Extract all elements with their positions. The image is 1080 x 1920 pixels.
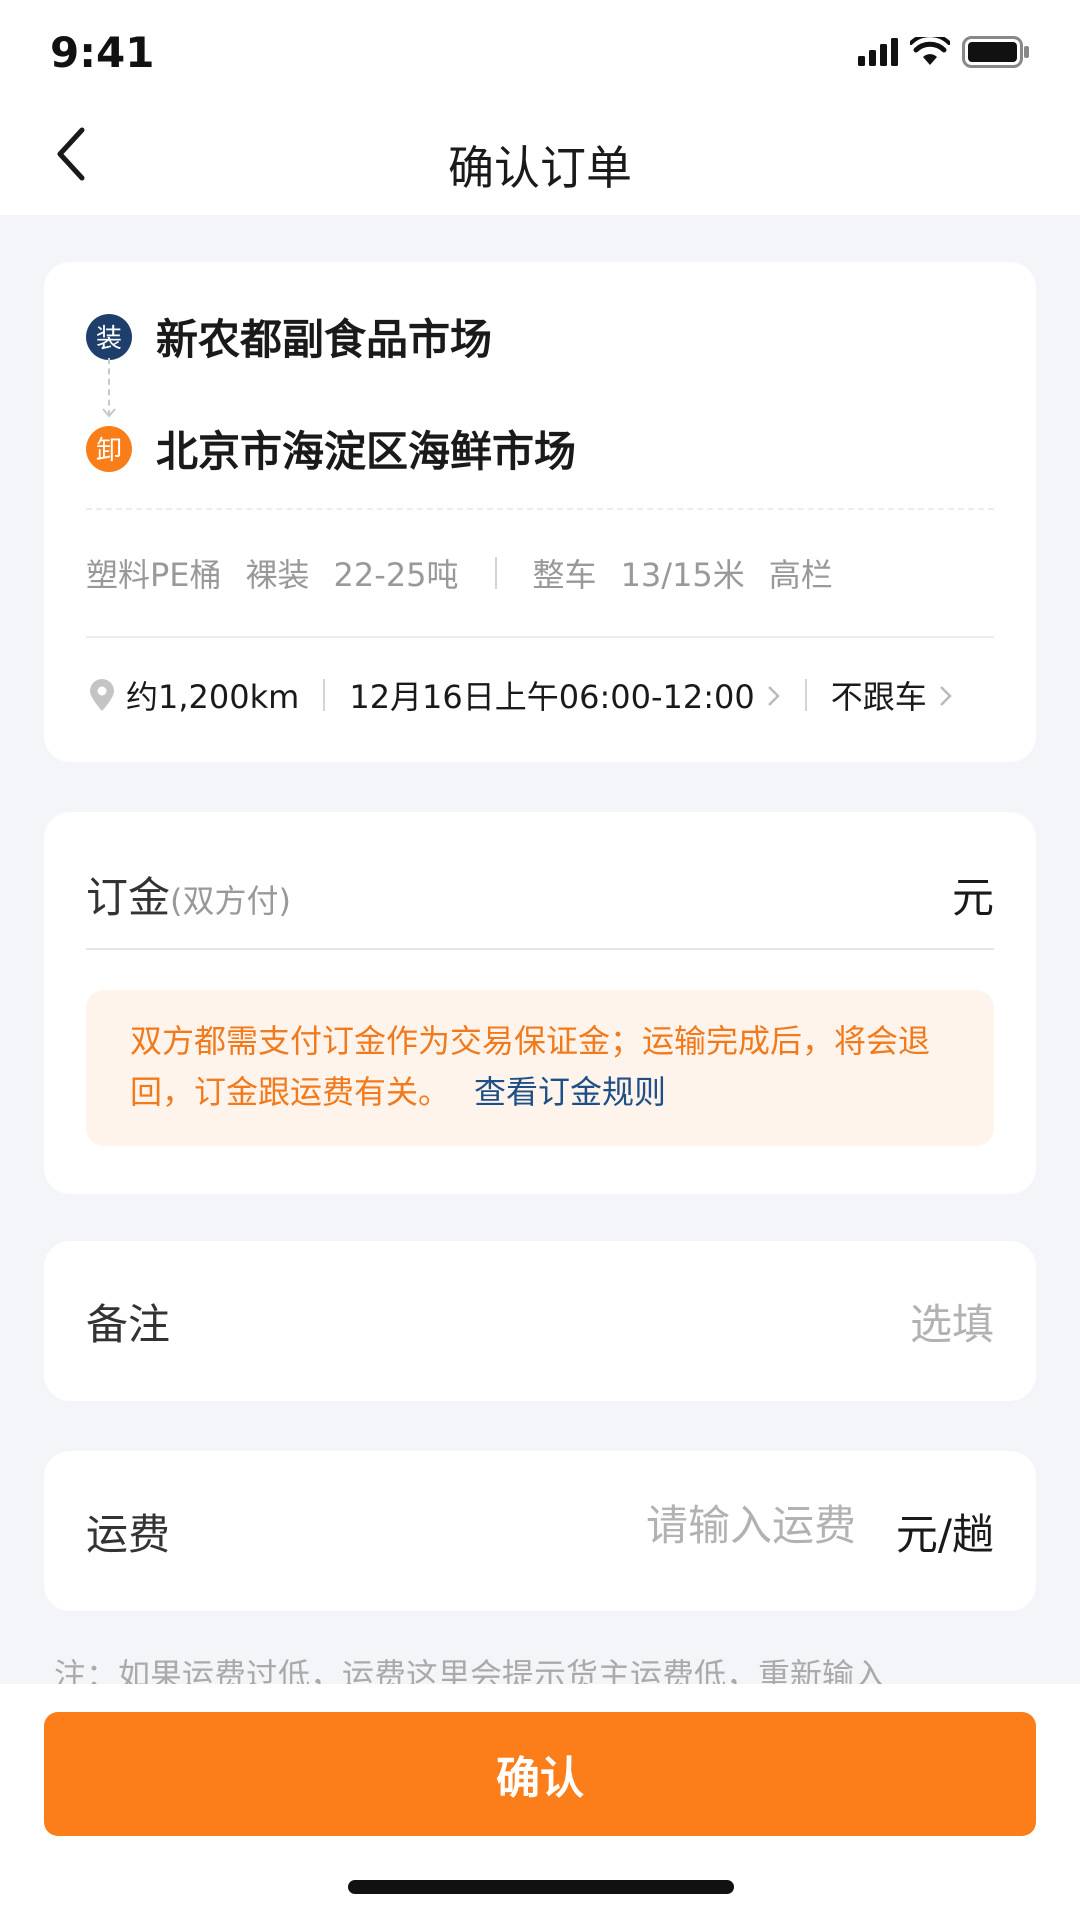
deposit-input[interactable]: 元 <box>952 864 994 925</box>
vehicle-type: 高栏 <box>768 556 833 594</box>
freight-label: 运费 <box>86 1510 171 1559</box>
battery-icon <box>962 36 1029 68</box>
freight-unit: 元/趟 <box>895 1510 994 1559</box>
confirm-button[interactable]: 确认 <box>44 1712 1036 1836</box>
remark-card[interactable]: 备注 选填 <box>44 1241 1036 1401</box>
follow-vehicle-selector[interactable]: 不跟车 <box>831 672 953 718</box>
vehicle-length: 13/15米 <box>620 556 745 594</box>
remark-field[interactable]: 选填 <box>910 1291 994 1352</box>
cargo-specs: 塑料PE桶 裸装 22-25吨 整车 13/15米 高栏 <box>86 550 857 596</box>
deposit-label: 订金(双方付) <box>86 864 291 925</box>
signal-icon <box>858 38 898 66</box>
route-card[interactable]: 装 新农都副食品市场 卸 北京市海淀区海鲜市场 塑料PE桶 裸装 22-25吨 … <box>44 262 1036 762</box>
divider <box>86 508 994 510</box>
freight-card: 运费 元/趟 <box>44 1451 1036 1611</box>
divider <box>86 948 994 950</box>
divider <box>86 636 994 638</box>
trip-info: 约1,200km 12月16日上午06:00-12:00 不跟车 <box>86 672 1000 718</box>
chevron-right-icon <box>939 686 952 706</box>
vehicle-mode: 整车 <box>532 556 597 594</box>
status-time: 9:41 <box>50 28 155 77</box>
page-title: 确认订单 <box>448 141 632 195</box>
separator <box>804 679 807 711</box>
remark-label: 备注 <box>86 1300 171 1349</box>
unload-badge: 卸 <box>86 425 132 472</box>
load-stop: 装 新农都副食品市场 <box>86 306 492 367</box>
unload-address: 北京市海淀区海鲜市场 <box>156 427 577 476</box>
deposit-rules-link[interactable]: 查看订金规则 <box>474 1073 666 1111</box>
follow-vehicle: 不跟车 <box>830 678 927 716</box>
chevron-right-icon <box>767 686 780 706</box>
route-arrow-icon <box>102 408 116 418</box>
unload-stop: 卸 北京市海淀区海鲜市场 <box>86 418 576 479</box>
load-time-selector[interactable]: 12月16日上午06:00-12:00 <box>349 672 780 718</box>
load-time: 12月16日上午06:00-12:00 <box>349 678 755 716</box>
trip-distance: 约1,200km <box>126 678 300 716</box>
cargo-weight: 22-25吨 <box>333 556 459 594</box>
cargo-packing: 裸装 <box>245 556 310 594</box>
status-icons <box>858 36 1030 68</box>
deposit-sub-label: (双方付) <box>170 882 291 920</box>
bottom-bar: 确认 <box>0 1684 1080 1920</box>
deposit-label-text: 订金 <box>86 873 171 922</box>
separator <box>323 679 326 711</box>
separator <box>494 557 497 589</box>
header: 9:41 确认订单 <box>0 0 1080 215</box>
deposit-notice: 双方都需支付订金作为交易保证金；运输完成后，将会退回，订金跟运费有关。 查看订金规… <box>86 990 994 1146</box>
load-badge: 装 <box>86 313 132 360</box>
wifi-icon <box>910 37 950 65</box>
location-pin-icon <box>90 679 114 711</box>
freight-input[interactable] <box>596 1501 856 1550</box>
cargo-type: 塑料PE桶 <box>86 556 222 594</box>
order-confirm-screen: 9:41 确认订单 装 新农都副食品市场 卸 北京市海淀区海鲜市场 塑料PE桶 … <box>0 0 1080 1920</box>
deposit-unit: 元 <box>951 873 994 922</box>
home-indicator <box>348 1880 734 1894</box>
deposit-card: 订金(双方付) 元 双方都需支付订金作为交易保证金；运输完成后，将会退回，订金跟… <box>44 812 1036 1194</box>
load-address: 新农都副食品市场 <box>156 315 493 364</box>
